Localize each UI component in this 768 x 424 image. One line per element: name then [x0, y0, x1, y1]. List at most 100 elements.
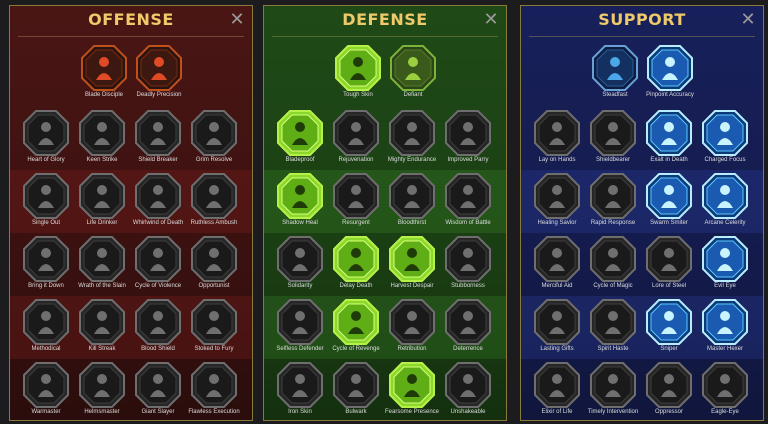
defender-icon [277, 299, 323, 345]
swarm-icon [646, 173, 692, 219]
talent-grim-resolve[interactable]: Grim Resolve [183, 109, 245, 171]
talent-deterrence[interactable]: Deterrence [437, 298, 499, 360]
broken-shield-icon [135, 110, 181, 156]
blood-shield-icon [135, 299, 181, 345]
talent-label: Grim Resolve [195, 157, 233, 163]
talent-arcane-celerity[interactable]: Arcane Celerity [694, 172, 756, 234]
helmet-icon [79, 362, 125, 408]
talent-eagle-eye[interactable]: Eagle-Eye [694, 361, 756, 420]
support-panel: SUPPORT ✕ Steadfast Pinpoint Accuracy Lay on… [520, 5, 764, 421]
muscle-icon [389, 110, 435, 156]
talent-label: Wisdom of Battle [445, 220, 491, 226]
resurgent-shield-icon [333, 173, 379, 219]
charged-hand-icon [702, 110, 748, 156]
close-icon[interactable]: ✕ [483, 10, 499, 28]
blue-skull-icon [646, 110, 692, 156]
shield-chevron-icon [277, 110, 323, 156]
standing-figure-icon [445, 362, 491, 408]
helmet-icon [445, 173, 491, 219]
flame-figure-icon [191, 299, 237, 345]
talent-label: Pinpoint Accuracy [646, 92, 694, 98]
header-divider [529, 36, 755, 37]
defense-panel: DEFENSE ✕ Tough Skin Defiant Bladeproof Rejuv… [263, 5, 507, 421]
talent-evil-eye[interactable]: Evil Eye [694, 235, 756, 297]
iron-figure-icon [277, 362, 323, 408]
warrior-figure-icon [23, 110, 69, 156]
fangs-icon [79, 173, 125, 219]
fist-icon [23, 173, 69, 219]
chain-icon [191, 236, 237, 282]
talent-improved-parry[interactable]: Improved Parry [437, 109, 499, 171]
panel-title: OFFENSE [88, 10, 174, 29]
header-divider [18, 36, 244, 37]
skull-icon [79, 299, 125, 345]
talent-label: Flawless Execution [188, 409, 240, 415]
talent-wisdom-of-battle[interactable]: Wisdom of Battle [437, 172, 499, 234]
eagle-icon [702, 362, 748, 408]
lightning-icon [590, 173, 636, 219]
talent-label: Improved Parry [447, 157, 489, 163]
winged-boot-icon [590, 299, 636, 345]
deflect-icon [445, 299, 491, 345]
evil-face-icon [702, 236, 748, 282]
book-icon [646, 236, 692, 282]
talent-stoked-to-fury[interactable]: Stoked to Fury [183, 298, 245, 360]
heart-icon [389, 173, 435, 219]
hourglass-icon [333, 236, 379, 282]
panel-title: SUPPORT [598, 10, 686, 29]
talent-label: Charged Focus [704, 157, 746, 163]
talent-deadly-precision[interactable]: Deadly Precision [128, 44, 190, 106]
ambush-icon [191, 173, 237, 219]
healer-figure-icon [534, 173, 580, 219]
talent-label: Evil Eye [714, 283, 736, 289]
talent-pinpoint-accuracy[interactable]: Pinpoint Accuracy [639, 44, 701, 106]
talent-label: Defiant [403, 92, 423, 98]
talent-stubborness[interactable]: Stubborness [437, 235, 499, 297]
claw-slash-icon [136, 45, 182, 91]
parry-icon [445, 110, 491, 156]
heart-icon [333, 110, 379, 156]
raised-fist-icon [79, 236, 125, 282]
talent-label: Opportunist [198, 283, 230, 289]
panel-title: DEFENSE [342, 10, 428, 29]
fearsome-skull-icon [389, 362, 435, 408]
talent-label: Deadly Precision [136, 92, 182, 98]
heart-chain-icon [534, 236, 580, 282]
giant-icon [135, 362, 181, 408]
falling-icon [23, 236, 69, 282]
flask-icon [534, 362, 580, 408]
talent-flawless-execution[interactable]: Flawless Execution [183, 361, 245, 420]
heart-icon [191, 110, 237, 156]
talent-label: Ruthless Ambush [190, 220, 238, 226]
scale-armor-icon [335, 45, 381, 91]
close-icon[interactable]: ✕ [740, 10, 756, 28]
talent-opportunist[interactable]: Opportunist [183, 235, 245, 297]
crowd-icon [277, 236, 323, 282]
star-icon [534, 299, 580, 345]
close-icon[interactable]: ✕ [229, 10, 245, 28]
header-divider [272, 36, 498, 37]
slash-icon [79, 110, 125, 156]
skull-icon [590, 362, 636, 408]
talent-label: Deterrence [453, 346, 483, 352]
whirlwind-icon [135, 173, 181, 219]
bull-icon [445, 236, 491, 282]
talent-charged-focus[interactable]: Charged Focus [694, 109, 756, 171]
oppressor-icon [646, 362, 692, 408]
talent-unshakeable[interactable]: Unshakeable [437, 361, 499, 420]
talent-label: Arcane Celerity [704, 220, 746, 226]
hand-heart-icon [592, 45, 638, 91]
eye-icon [646, 299, 692, 345]
cycle-icon [135, 236, 181, 282]
praying-hands-icon [534, 110, 580, 156]
running-figure-icon [277, 173, 323, 219]
sword-icon [23, 362, 69, 408]
sun-skull-icon [389, 299, 435, 345]
talent-label: Master Hexer [706, 346, 743, 352]
talent-label: Unshakeable [450, 409, 486, 415]
talent-ruthless-ambush[interactable]: Ruthless Ambush [183, 172, 245, 234]
open-hand-icon [389, 236, 435, 282]
hex-figure-icon [702, 299, 748, 345]
talent-defiant[interactable]: Defiant [382, 44, 444, 106]
talent-master-hexer[interactable]: Master Hexer [694, 298, 756, 360]
